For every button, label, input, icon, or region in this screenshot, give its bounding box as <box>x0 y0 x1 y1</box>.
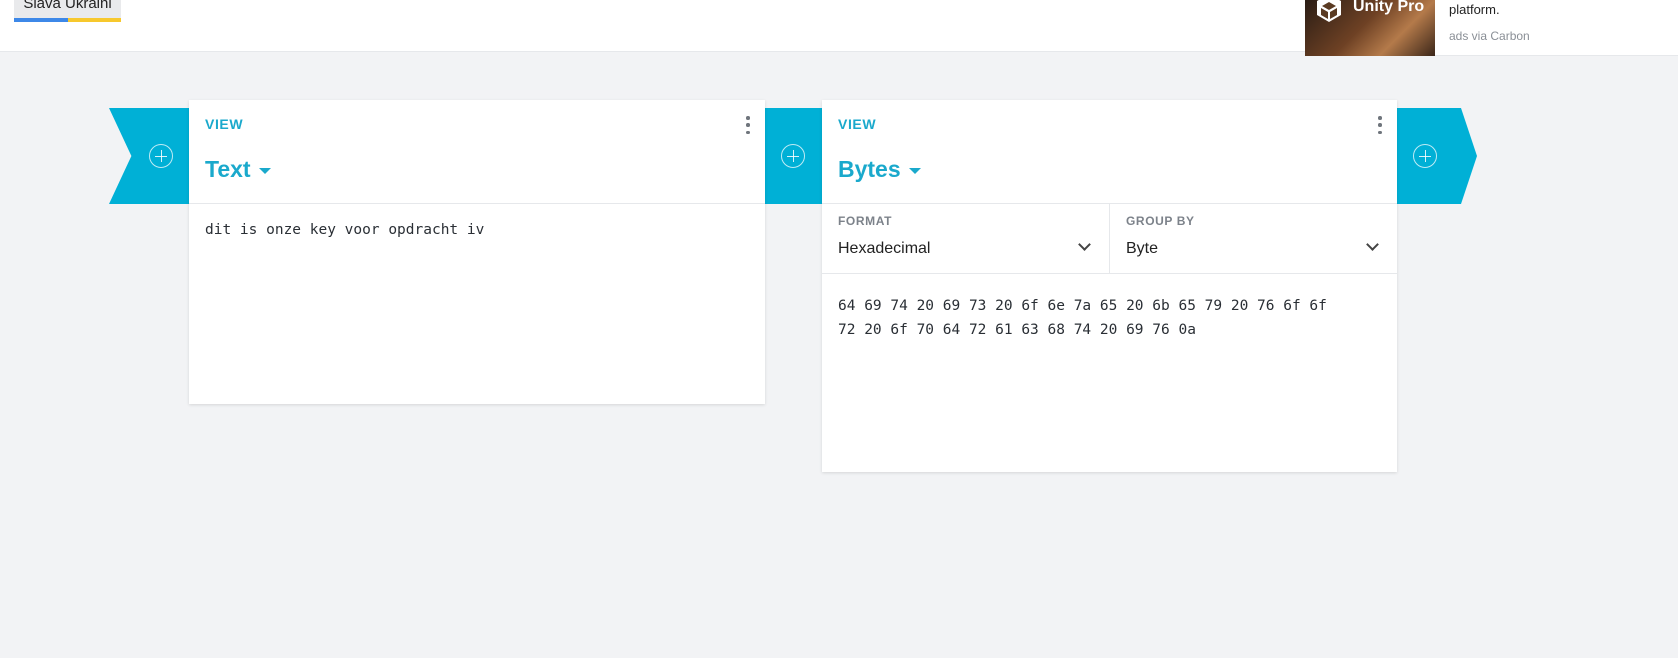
bytes-line-1[interactable]: 64 69 74 20 69 73 20 6f 6e 7a 65 20 6b 6… <box>838 294 1381 318</box>
bytes-line-2[interactable]: 72 20 6f 70 64 72 61 63 68 74 20 69 76 0… <box>838 318 1381 342</box>
ads-via-carbon-link[interactable]: ads via Carbon <box>1449 29 1530 43</box>
bytes-panel-header: VIEW Bytes <box>822 100 1397 204</box>
flag-blue-stripe <box>14 18 68 22</box>
add-circle-icon[interactable] <box>149 144 173 168</box>
group-by-label: GROUP BY <box>1126 214 1195 228</box>
ad-image[interactable]: Unity Pro <box>1305 0 1435 56</box>
view-label: VIEW <box>205 116 244 132</box>
add-panel-right-strip[interactable] <box>1397 108 1477 204</box>
text-input-area[interactable]: dit is onze key voor opdracht iv <box>189 204 765 256</box>
more-options-icon[interactable] <box>745 116 751 134</box>
view-type-dropdown[interactable]: Bytes <box>838 156 921 183</box>
slava-ukraini-label: Slava Ukraini <box>23 0 112 12</box>
add-panel-middle-strip[interactable] <box>765 108 822 204</box>
format-value[interactable]: Hexadecimal <box>838 240 1093 258</box>
caret-down-icon <box>908 167 921 174</box>
bytes-panel: VIEW Bytes FORMAT Hexadecimal GROUP BY B… <box>822 100 1397 472</box>
view-type-label: Text <box>205 156 251 182</box>
ad-text[interactable]: platform. <box>1449 2 1500 17</box>
text-content[interactable]: dit is onze key voor opdracht iv <box>205 222 749 238</box>
bytes-output-area[interactable]: 64 69 74 20 69 73 20 6f 6e 7a 65 20 6b 6… <box>822 274 1397 362</box>
text-panel-header: VIEW Text <box>189 100 765 204</box>
format-select[interactable]: FORMAT Hexadecimal <box>822 204 1109 273</box>
view-type-dropdown[interactable]: Text <box>205 156 271 183</box>
add-circle-icon[interactable] <box>781 144 805 168</box>
add-panel-left-strip[interactable] <box>109 108 189 204</box>
bytes-options: FORMAT Hexadecimal GROUP BY Byte <box>822 204 1397 274</box>
view-type-label: Bytes <box>838 156 901 182</box>
add-circle-icon[interactable] <box>1413 144 1437 168</box>
flag-yellow-stripe <box>67 18 121 22</box>
text-panel: VIEW Text dit is onze key voor opdracht … <box>189 100 765 404</box>
carbon-ad[interactable]: Unity Pro platform. ads via Carbon <box>1305 0 1678 56</box>
slava-ukraini-button[interactable]: Slava Ukraini <box>14 0 121 20</box>
unity-logo-icon <box>1317 0 1341 22</box>
more-options-icon[interactable] <box>1377 116 1383 134</box>
view-label: VIEW <box>838 116 877 132</box>
caret-down-icon <box>258 167 271 174</box>
ad-brand: Unity Pro <box>1353 0 1425 15</box>
ukraine-flag-underline <box>14 18 121 22</box>
group-by-value[interactable]: Byte <box>1126 240 1381 258</box>
group-by-select[interactable]: GROUP BY Byte <box>1109 204 1397 273</box>
format-label: FORMAT <box>838 214 893 228</box>
